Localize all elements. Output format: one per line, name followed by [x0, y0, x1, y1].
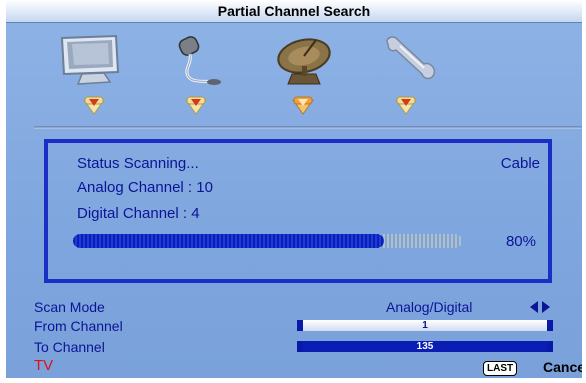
- scan-mode-label: Scan Mode: [34, 299, 105, 315]
- setup-menu-item[interactable]: [380, 34, 440, 87]
- channel-menu-item[interactable]: [272, 34, 338, 93]
- marker-icon: [395, 96, 417, 115]
- input-source-label: TV: [34, 357, 54, 374]
- scan-status-panel: Status Scanning... Cable Analog Channel …: [44, 139, 552, 283]
- selected-marker-icon: [292, 96, 314, 115]
- left-right-arrow-icon: [530, 301, 550, 313]
- marker-icon: [185, 96, 207, 115]
- page-title: Partial Channel Search: [6, 0, 582, 23]
- from-channel-field[interactable]: 1: [297, 320, 553, 331]
- tv-osd-screen: Partial Channel Search Status Scanning..…: [6, 0, 582, 378]
- picture-menu-item[interactable]: [58, 34, 124, 91]
- scan-progress-fill: [73, 234, 385, 248]
- digital-channel-count: Digital Channel : 4: [77, 205, 200, 222]
- picture-menu-marker: [82, 96, 106, 121]
- setup-menu-marker: [394, 96, 418, 121]
- to-channel-label: To Channel: [34, 339, 105, 355]
- audio-menu-marker: [184, 96, 208, 121]
- last-key-badge[interactable]: LAST: [483, 361, 518, 376]
- status-text: Status Scanning...: [77, 155, 199, 172]
- from-channel-label: From Channel: [34, 318, 123, 334]
- source-type: Cable: [500, 155, 540, 172]
- progress-percent: 80%: [505, 233, 536, 250]
- audio-menu-item[interactable]: [170, 34, 224, 93]
- channel-menu-marker-selected: [291, 96, 315, 121]
- scan-progress-bar: [73, 234, 462, 248]
- cancel-label[interactable]: Cancel: [543, 359, 582, 376]
- satellite-dish-icon: [277, 38, 331, 85]
- scan-mode-arrows[interactable]: [530, 300, 550, 318]
- monitor-icon: [60, 34, 120, 85]
- analog-channel-count: Analog Channel : 10: [77, 179, 213, 196]
- scan-mode-value[interactable]: Analog/Digital: [386, 299, 472, 316]
- to-channel-field[interactable]: 135: [297, 341, 553, 352]
- menu-divider: [34, 126, 582, 129]
- marker-icon: [83, 96, 105, 115]
- audio-icon: [178, 36, 221, 85]
- wrench-icon: [386, 36, 436, 80]
